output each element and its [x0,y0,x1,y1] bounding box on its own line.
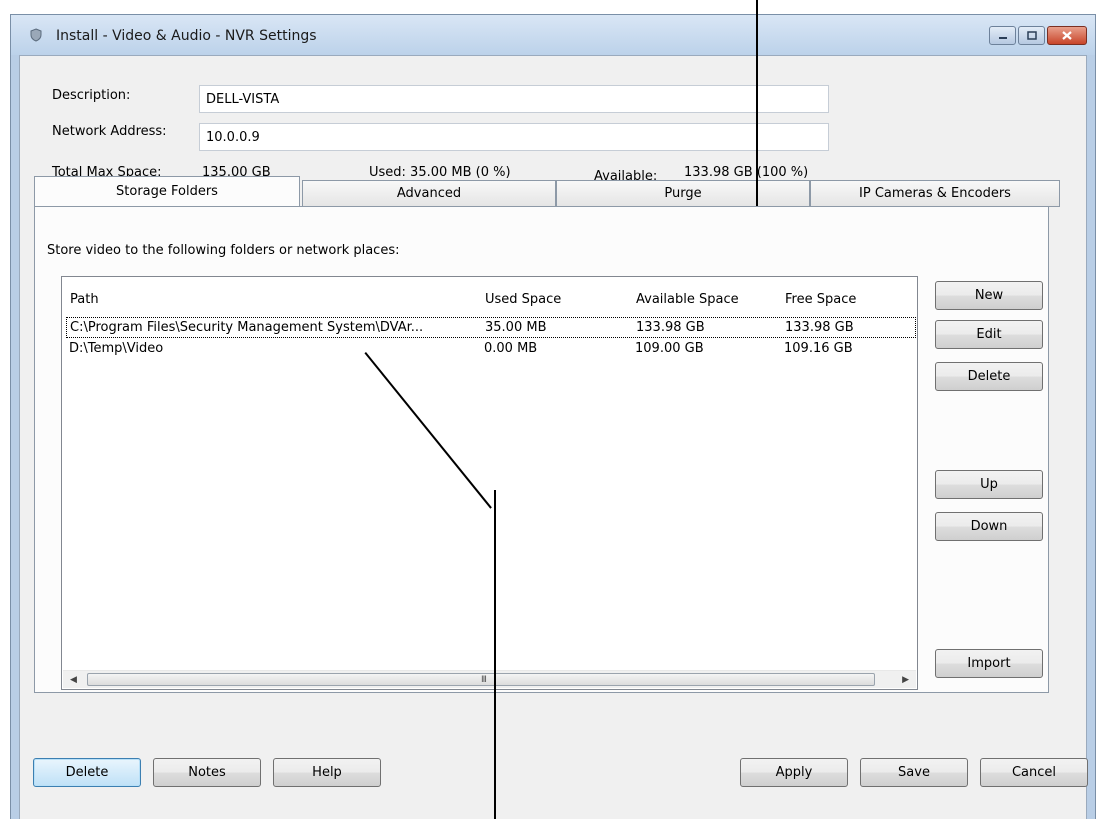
description-label: Description: [52,88,131,103]
callout-line-purge [756,0,758,206]
import-button[interactable]: Import [935,649,1043,678]
storage-instruction: Store video to the following folders or … [47,243,400,258]
maximize-button[interactable] [1018,26,1045,45]
edit-button[interactable]: Edit [935,320,1043,349]
available-space-cell: 109.00 GB [635,341,704,356]
tab-purge[interactable]: Purge [556,180,810,207]
minimize-button[interactable] [989,26,1016,45]
column-header-free-space[interactable]: Free Space [785,292,856,307]
path-cell: D:\Temp\Video [69,341,164,356]
apply-button[interactable]: Apply [740,758,848,787]
window-title: Install - Video & Audio - NVR Settings [56,28,317,44]
tab-advanced[interactable]: Advanced [302,180,556,207]
title-bar[interactable]: Install - Video & Audio - NVR Settings [11,15,1095,55]
save-button[interactable]: Save [860,758,968,787]
up-button[interactable]: Up [935,470,1043,499]
close-button[interactable] [1047,26,1087,45]
scrollbar-grip: III [481,675,487,685]
horizontal-scrollbar[interactable]: ◀ III ▶ [63,670,916,688]
free-space-cell: 109.16 GB [784,341,853,356]
cancel-button[interactable]: Cancel [980,758,1088,787]
scroll-right-arrow-icon[interactable]: ▶ [902,675,909,685]
table-row[interactable]: D:\Temp\Video 0.00 MB 109.00 GB 109.16 G… [66,339,916,360]
description-field[interactable]: DELL-VISTA [199,85,829,113]
free-space-cell: 133.98 GB [785,320,854,335]
available-value: 133.98 GB (100 %) [684,165,809,180]
available-space-cell: 133.98 GB [636,320,705,335]
delete-button[interactable]: Delete [33,758,141,787]
column-header-used-space[interactable]: Used Space [485,292,561,307]
shield-icon [30,28,42,42]
notes-button[interactable]: Notes [153,758,261,787]
scroll-left-arrow-icon[interactable]: ◀ [70,675,77,685]
scrollbar-thumb[interactable]: III [87,673,875,686]
table-row[interactable]: C:\Program Files\Security Management Sys… [66,317,916,338]
callout-line-path-vertical [494,490,496,819]
close-icon [1062,31,1072,40]
down-button[interactable]: Down [935,512,1043,541]
storage-folders-list[interactable]: Path Used Space Available Space Free Spa… [61,276,918,690]
used-space-cell: 0.00 MB [484,341,538,356]
tab-ip-cameras-encoders[interactable]: IP Cameras & Encoders [810,180,1060,207]
maximize-icon [1026,31,1037,40]
network-address-field[interactable]: 10.0.0.9 [199,123,829,151]
column-header-available-space[interactable]: Available Space [636,292,739,307]
minimize-icon [998,36,1007,39]
help-button[interactable]: Help [273,758,381,787]
used-space-text: Used: 35.00 MB (0 %) [369,165,511,180]
path-cell: C:\Program Files\Security Management Sys… [70,320,424,335]
tab-storage-folders[interactable]: Storage Folders [34,176,300,206]
new-button[interactable]: New [935,281,1043,310]
used-space-cell: 35.00 MB [485,320,547,335]
delete-folder-button[interactable]: Delete [935,362,1043,391]
network-address-label: Network Address: [52,124,167,139]
column-header-path[interactable]: Path [70,292,99,307]
